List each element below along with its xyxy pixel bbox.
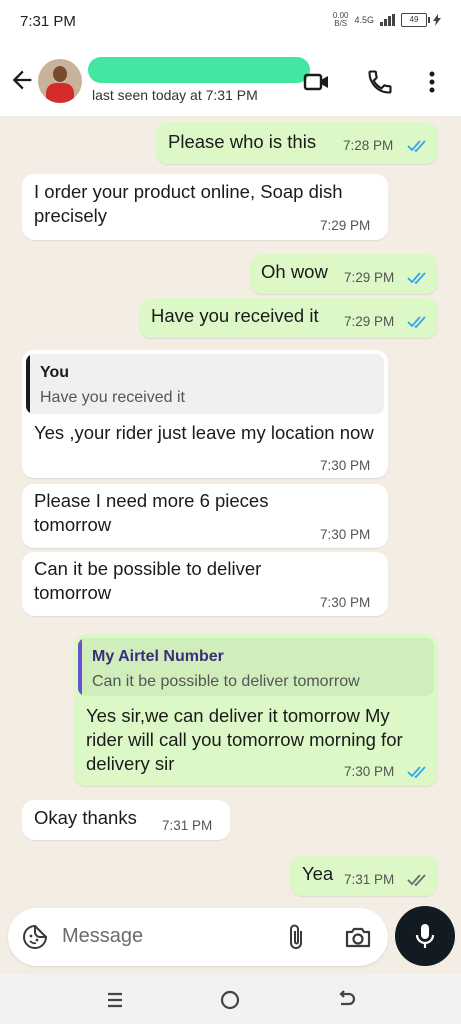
message-input[interactable]: Message [62,925,143,948]
message-time: 7:31 PM [344,872,395,887]
video-call-icon[interactable] [303,68,331,96]
message-time: 7:29 PM [344,270,395,285]
message-text: Please who is this [168,131,317,152]
network-speed-unit: B/S [334,19,348,28]
mic-button[interactable] [395,906,455,966]
message-composer[interactable]: Message [8,908,388,966]
message-bubble-outgoing-reply[interactable]: My Airtel Number Can it be possible to d… [74,634,438,786]
message-text: Can it be possible to deliver tomorrow [34,558,262,603]
status-time: 7:31 PM [20,13,76,30]
more-options-icon[interactable] [418,68,446,96]
message-time: 7:30 PM [320,458,371,473]
message-text: Oh wow [261,261,328,282]
message-bubble-outgoing[interactable]: Please who is this 7:28 PM [156,122,438,164]
quote-author: My Airtel Number [92,648,224,665]
status-bar: 7:31 PM 0.00 B/S 4.5G 49 [0,0,461,44]
battery-level: 49 [409,15,419,24]
network-speed: 0.00 B/S [333,12,349,28]
quote-text: Have you received it [40,389,185,406]
delivered-receipt-icon [407,874,426,887]
read-receipt-icon [407,316,426,329]
message-bubble-outgoing[interactable]: Yea 7:31 PM [290,856,438,896]
quote-accent-bar [26,354,30,414]
chat-messages[interactable]: Please who is this 7:28 PM I order your … [0,116,461,908]
read-receipt-icon [407,766,426,779]
message-bubble-incoming[interactable]: Please I need more 6 pieces tomorrow 7:3… [22,484,388,548]
sticker-icon[interactable] [22,924,48,950]
status-indicators: 0.00 B/S 4.5G 49 [333,12,441,28]
message-text: Yea [302,863,334,884]
chat-header: last seen today at 7:31 PM [0,44,461,116]
message-bubble-incoming[interactable]: Can it be possible to deliver tomorrow 7… [22,552,388,616]
message-text: Have you received it [151,305,319,326]
message-time: 7:31 PM [162,818,213,833]
quoted-message[interactable]: You Have you received it [26,354,384,414]
message-time: 7:30 PM [320,595,371,610]
contact-name-redacted[interactable] [88,57,310,83]
message-text: Please I need more 6 pieces tomorrow [34,490,269,535]
message-time: 7:30 PM [344,764,395,779]
network-type: 4.5G [354,15,374,25]
voice-call-icon[interactable] [366,68,394,96]
system-navigation-bar [0,974,461,1024]
battery-icon: 49 [401,13,430,27]
attach-icon[interactable] [284,923,310,951]
recents-icon[interactable] [101,986,129,1014]
quoted-message[interactable]: My Airtel Number Can it be possible to d… [78,638,434,696]
last-seen-status: last seen today at 7:31 PM [92,87,258,103]
back-arrow-icon[interactable] [8,66,36,94]
quote-accent-bar [78,638,82,696]
signal-icon [380,14,395,26]
message-time: 7:28 PM [343,138,394,153]
quote-text: Can it be possible to deliver tomorrow [92,673,360,690]
quote-author: You [40,364,70,381]
read-receipt-icon [407,272,426,285]
message-text: Yes ,your rider just leave my location n… [34,422,374,443]
nav-back-icon[interactable] [332,986,360,1014]
message-bubble-outgoing[interactable]: Oh wow 7:29 PM [250,254,438,294]
contact-avatar[interactable] [38,59,82,103]
message-time: 7:29 PM [320,218,371,233]
message-bubble-outgoing[interactable]: Have you received it 7:29 PM [139,298,438,338]
home-icon[interactable] [216,986,244,1014]
charging-icon [433,14,441,26]
mic-icon [415,924,435,948]
message-time: 7:30 PM [320,527,371,542]
camera-icon[interactable] [344,924,372,950]
message-bubble-incoming[interactable]: I order your product online, Soap dish p… [22,174,388,240]
message-bubble-incoming[interactable]: Okay thanks 7:31 PM [22,800,230,840]
message-bubble-incoming-reply[interactable]: You Have you received it Yes ,your rider… [22,350,388,478]
message-time: 7:29 PM [344,314,395,329]
message-text: Okay thanks [34,807,137,828]
read-receipt-icon [407,140,426,153]
